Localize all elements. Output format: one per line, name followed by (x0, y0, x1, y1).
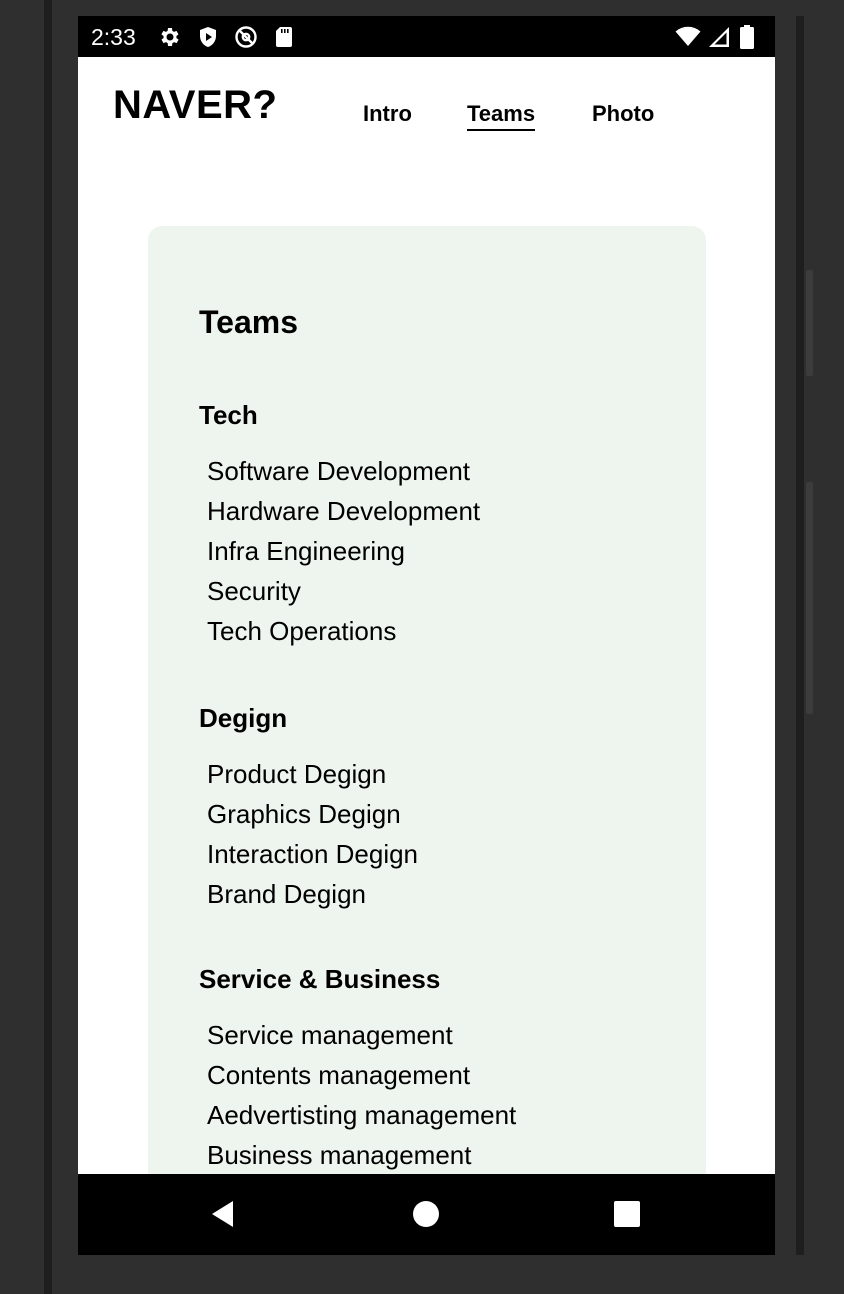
nav-link-photo[interactable]: Photo (592, 101, 654, 129)
section-title: Service & Business (199, 964, 441, 994)
list-item: Business management (207, 1140, 472, 1170)
gear-icon (158, 25, 182, 49)
status-bar: 2:33 (78, 16, 775, 57)
device-bezel-top (52, 0, 804, 16)
section-title: Degign (199, 703, 288, 733)
list-item: Software Development (207, 456, 471, 486)
list-item: Brand Degign (207, 879, 366, 909)
card-title: Teams (199, 304, 299, 340)
list-item: Product Degign (207, 759, 387, 789)
power-button[interactable] (806, 270, 813, 376)
section-tech: Tech Software Development Hardware Devel… (199, 400, 480, 651)
home-icon[interactable] (412, 1198, 440, 1235)
recents-icon[interactable] (613, 1198, 641, 1235)
list-item: Graphics Degign (207, 799, 401, 829)
device-bezel-edge (44, 0, 52, 1294)
shield-play-icon (196, 25, 220, 49)
list-item: Security (207, 576, 301, 606)
list-item: Aedvertisting management (207, 1100, 517, 1130)
list-item: Contents management (207, 1060, 471, 1090)
team-list: Software Development Hardware Developmen… (199, 451, 480, 651)
list-item: Hardware Development (207, 496, 481, 526)
back-icon[interactable] (208, 1198, 240, 1235)
nav-link-intro[interactable]: Intro (363, 101, 412, 129)
list-item: Tech Operations (207, 616, 397, 646)
team-list: Service management Contents management A… (199, 1015, 516, 1175)
team-list: Product Degign Graphics Degign Interacti… (199, 754, 418, 914)
app-header: NAVER? Intro Teams Photo (78, 57, 775, 167)
sd-card-icon (272, 25, 296, 49)
list-item: Infra Engineering (207, 536, 406, 566)
device-bezel-bottom (52, 1255, 804, 1294)
list-item: Interaction Degign (207, 839, 419, 869)
teams-card: Teams Tech Software Development Hardware… (148, 226, 706, 1226)
status-icons-right (675, 25, 763, 49)
status-icons-left (158, 25, 296, 49)
system-nav-bar (78, 1174, 775, 1255)
volume-button[interactable] (806, 482, 813, 714)
at-icon (234, 25, 258, 49)
section-service-business: Service & Business Service management Co… (199, 964, 516, 1175)
nav-link-teams[interactable]: Teams (467, 101, 536, 131)
signal-icon (707, 25, 731, 49)
status-time: 2:33 (91, 24, 136, 50)
top-nav: Intro Teams Photo (78, 101, 775, 141)
wifi-icon (675, 25, 701, 49)
section-title: Tech (199, 400, 258, 430)
device-bezel-left (0, 0, 78, 1294)
phone-screen: 2:33 NAVER? Intro Teams Photo Teams Tech… (78, 16, 775, 1255)
battery-icon (739, 25, 763, 49)
list-item: Service management (207, 1020, 453, 1050)
device-bezel-edge (796, 0, 804, 1294)
section-design: Degign Product Degign Graphics Degign In… (199, 703, 418, 914)
